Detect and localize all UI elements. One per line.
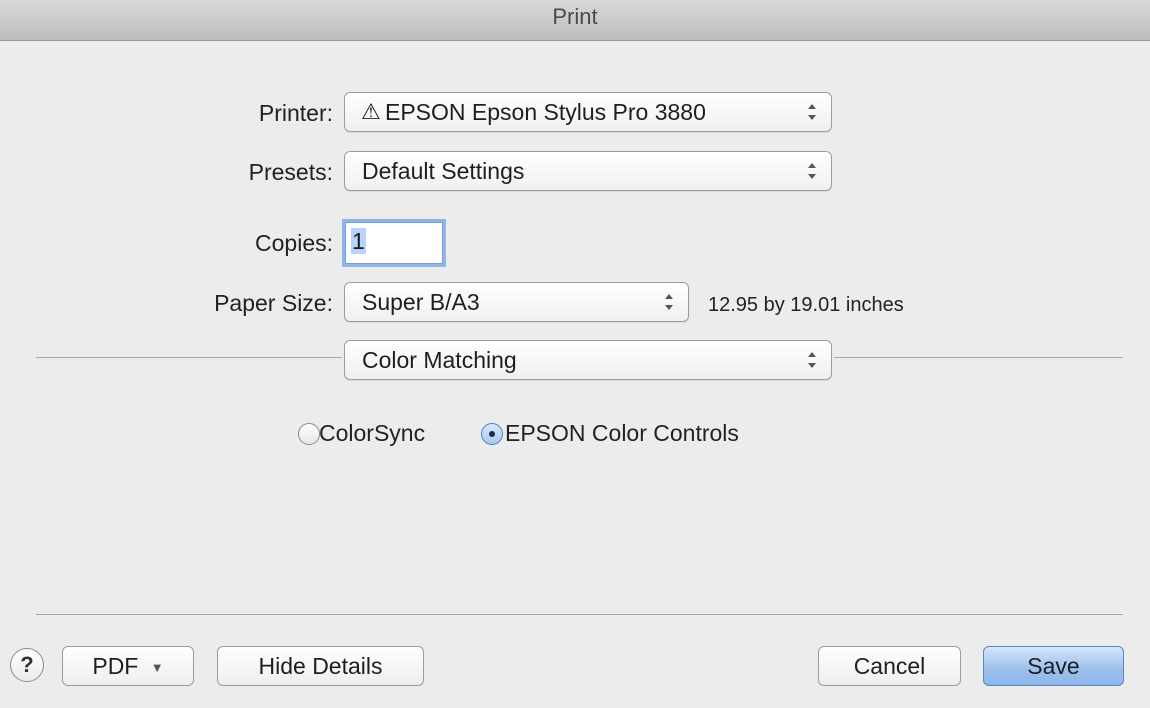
pane-value: Color Matching [362,347,517,373]
pane-popup[interactable]: Color Matching [344,340,832,380]
radio-selected-dot [489,431,495,437]
radio-colorsync-label[interactable]: ColorSync [319,420,425,447]
save-button[interactable]: Save [983,646,1124,686]
window-title: Print [552,4,598,29]
pdf-menu-button[interactable]: PDF ▼ [62,646,194,686]
copies-label: Copies: [255,230,333,256]
printer-value: EPSON Epson Stylus Pro 3880 [385,99,706,125]
warning-icon: ⚠ [361,99,381,124]
dropdown-triangle-icon: ▼ [150,659,164,675]
separator-right [834,357,1123,358]
pdf-label: PDF [92,653,139,679]
paper-size-value: Super B/A3 [362,289,480,315]
chevron-updown-icon [808,104,816,120]
footer-separator [36,614,1123,615]
radio-colorsync[interactable] [298,423,320,445]
paper-dimensions: 12.95 by 19.01 inches [708,294,904,316]
presets-popup[interactable]: Default Settings [344,151,832,191]
copies-value: 1 [351,228,366,254]
radio-epson-color-controls[interactable] [481,423,503,445]
chevron-updown-icon [808,352,816,368]
help-button[interactable]: ? [10,648,44,682]
radio-epson-color-controls-label[interactable]: EPSON Color Controls [505,420,739,447]
copies-input[interactable]: 1 [345,222,443,264]
separator-left [36,357,342,358]
presets-value: Default Settings [362,158,525,184]
hide-details-button[interactable]: Hide Details [217,646,424,686]
paper-size-label: Paper Size: [214,290,333,316]
chevron-updown-icon [808,163,816,179]
title-bar: Print [0,0,1150,41]
printer-popup[interactable]: ⚠ EPSON Epson Stylus Pro 3880 [344,92,832,132]
cancel-button[interactable]: Cancel [818,646,961,686]
chevron-updown-icon [665,294,673,310]
presets-label: Presets: [248,159,333,185]
printer-label: Printer: [258,100,333,126]
paper-size-popup[interactable]: Super B/A3 [344,282,689,322]
